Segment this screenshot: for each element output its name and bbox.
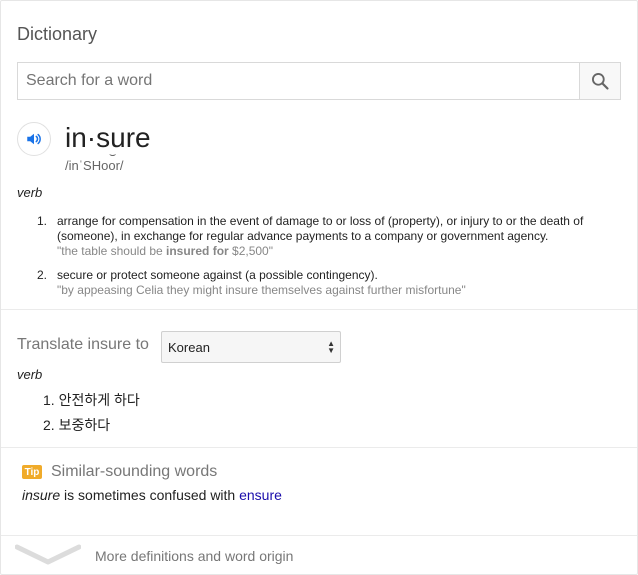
search-icon	[592, 73, 609, 90]
definition-text: arrange for compensation in the event of…	[57, 214, 584, 243]
definition-number: 2.	[37, 268, 48, 282]
dictionary-card: Dictionary in·sure /inˈSHoor/ ⌣ verb 1. …	[0, 0, 638, 575]
breve-mark: ⌣	[109, 149, 117, 161]
divider	[1, 309, 637, 310]
translation-number: 2.	[43, 417, 55, 433]
translation-item: 1. 안전하게 하다	[17, 390, 140, 415]
translate-label: Translate insure to	[17, 336, 149, 353]
phonetic-spelling: /inˈSHoor/ ⌣	[65, 149, 124, 173]
tip-middle: is sometimes confused with	[60, 487, 240, 503]
tip-badge: Tip	[22, 465, 42, 479]
translation-number: 1.	[43, 392, 55, 408]
example-text: $2,500"	[228, 244, 273, 258]
example-text: "the table should be	[57, 244, 167, 258]
headword: in·sure	[65, 122, 151, 153]
tip-heading: Similar-sounding words	[51, 463, 218, 480]
translation-list: 1. 안전하게 하다 2. 보중하다	[17, 390, 140, 440]
ensure-link[interactable]: ensure	[239, 487, 282, 503]
pronunciation-button[interactable]	[17, 122, 51, 156]
translation-text: 보중하다	[58, 417, 111, 433]
search-button[interactable]	[579, 63, 620, 99]
chevron-down-icon	[15, 544, 81, 565]
definition-example: "the table should be insured for $2,500"	[57, 244, 617, 259]
definition-example: "by appeasing Celia they might insure th…	[57, 283, 466, 297]
translation-item: 2. 보중하다	[17, 415, 140, 440]
more-definitions-button[interactable]: More definitions and word origin	[1, 536, 637, 574]
select-arrows-icon: ▲ ▼	[327, 339, 335, 355]
translation-part-of-speech: verb	[17, 367, 43, 382]
language-select[interactable]: Korean ▲ ▼	[161, 331, 341, 363]
speaker-icon	[27, 133, 41, 145]
tip-word: insure	[22, 487, 61, 503]
language-select-value: Korean	[168, 339, 210, 355]
part-of-speech: verb	[17, 185, 43, 200]
definition-item: 1. arrange for compensation in the event…	[17, 214, 617, 259]
definition-item: 2. secure or protect someone against (a …	[17, 268, 617, 298]
definition-number: 1.	[37, 214, 48, 228]
search-input[interactable]	[18, 63, 579, 99]
search-box	[17, 62, 621, 100]
example-highlight: insured for	[166, 244, 229, 258]
card-title: Dictionary	[17, 24, 98, 44]
divider	[1, 447, 637, 448]
definition-text: secure or protect someone against (a pos…	[57, 268, 378, 282]
definition-list: 1. arrange for compensation in the event…	[17, 214, 617, 298]
more-definitions-label: More definitions and word origin	[95, 548, 294, 564]
tip-text: insure is sometimes confused with ensure	[22, 487, 282, 503]
translation-text: 안전하게 하다	[58, 392, 140, 408]
